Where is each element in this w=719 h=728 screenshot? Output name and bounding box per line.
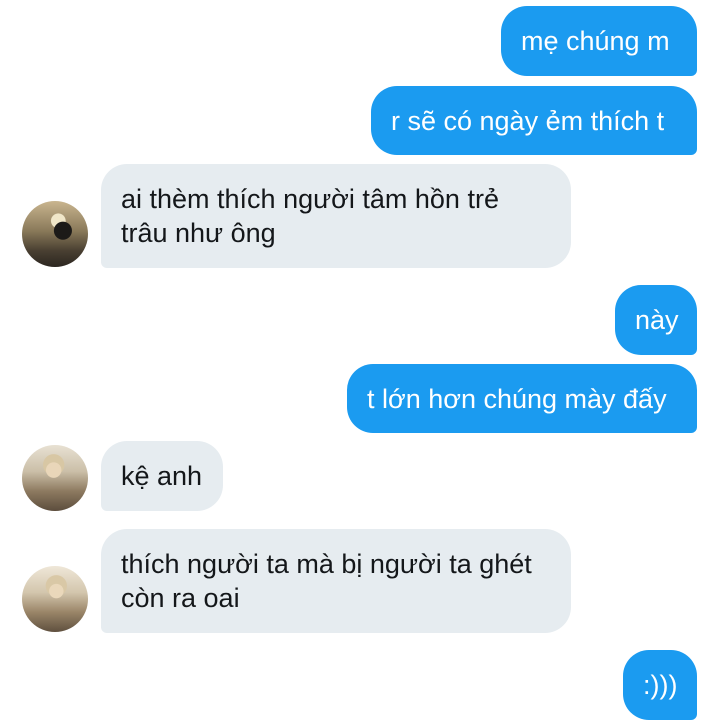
message-bubble-outgoing[interactable]: r sẽ có ngày ẻm thích t [371,86,697,155]
message-text: ai thèm thích người tâm hồn trẻ [121,184,499,214]
message-text: t lớn hơn chúng mày đấy [367,383,667,414]
message-text: thích người ta mà bị người ta ghét [121,549,532,579]
message-bubble-outgoing[interactable]: này [615,285,697,355]
message-bubble-outgoing[interactable]: :))) [623,650,697,720]
contact-avatar[interactable] [22,201,88,267]
contact-avatar[interactable] [22,566,88,632]
message-text: này [635,305,679,335]
contact-avatar[interactable] [22,445,88,511]
message-bubble-incoming[interactable]: thích người ta mà bị người ta ghét còn r… [101,529,571,633]
message-text: kệ anh [121,461,203,491]
message-bubble-incoming[interactable]: kệ anh [101,441,223,511]
message-bubble-outgoing[interactable]: mẹ chúng m [501,6,697,76]
message-bubble-outgoing[interactable]: t lớn hơn chúng mày đấy [347,364,697,433]
message-text: r sẽ có ngày ẻm thích t [391,105,665,136]
message-bubble-incoming[interactable]: ai thèm thích người tâm hồn trẻ trâu như… [101,164,571,268]
message-text: mẹ chúng m [521,26,670,56]
message-text: còn ra oai [121,583,240,613]
message-text: trâu như ông [121,218,276,248]
message-text: :))) [643,670,678,700]
